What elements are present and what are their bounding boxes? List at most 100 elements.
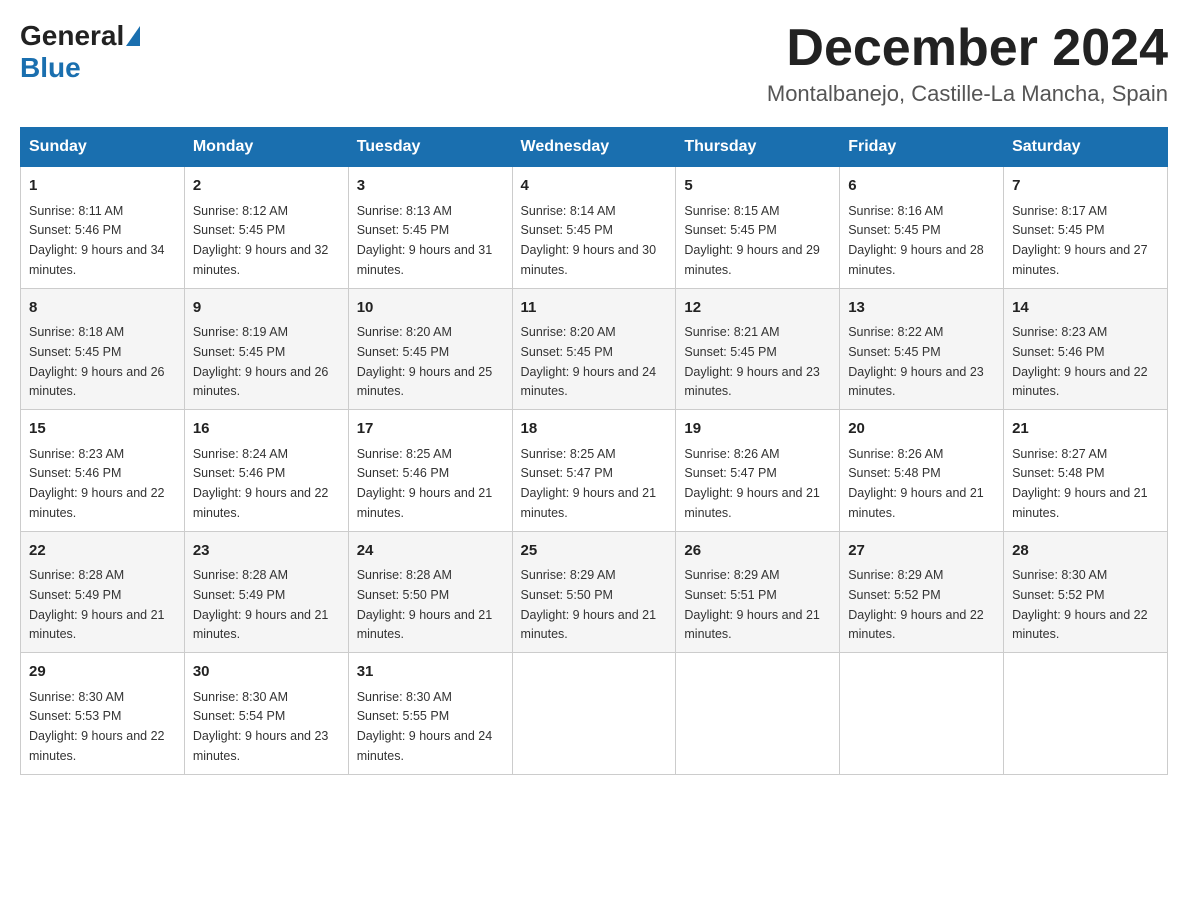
table-row: 8 Sunrise: 8:18 AMSunset: 5:45 PMDayligh… — [21, 288, 185, 410]
calendar-header-row: Sunday Monday Tuesday Wednesday Thursday… — [21, 128, 1168, 167]
col-wednesday: Wednesday — [512, 128, 676, 167]
table-row: 24 Sunrise: 8:28 AMSunset: 5:50 PMDaylig… — [348, 531, 512, 653]
day-info: Sunrise: 8:25 AMSunset: 5:47 PMDaylight:… — [521, 447, 657, 520]
table-row: 14 Sunrise: 8:23 AMSunset: 5:46 PMDaylig… — [1004, 288, 1168, 410]
logo-general: General — [20, 20, 124, 52]
day-number: 9 — [193, 297, 340, 320]
day-number: 5 — [684, 175, 831, 198]
table-row: 29 Sunrise: 8:30 AMSunset: 5:53 PMDaylig… — [21, 653, 185, 775]
title-section: December 2024 Montalbanejo, Castille-La … — [767, 20, 1168, 107]
day-number: 7 — [1012, 175, 1159, 198]
day-info: Sunrise: 8:26 AMSunset: 5:48 PMDaylight:… — [848, 447, 984, 520]
day-number: 25 — [521, 540, 668, 563]
day-info: Sunrise: 8:13 AMSunset: 5:45 PMDaylight:… — [357, 204, 493, 277]
day-number: 1 — [29, 175, 176, 198]
day-info: Sunrise: 8:20 AMSunset: 5:45 PMDaylight:… — [521, 325, 657, 398]
day-info: Sunrise: 8:20 AMSunset: 5:45 PMDaylight:… — [357, 325, 493, 398]
location-title: Montalbanejo, Castille-La Mancha, Spain — [767, 81, 1168, 107]
day-info: Sunrise: 8:30 AMSunset: 5:53 PMDaylight:… — [29, 690, 165, 763]
day-info: Sunrise: 8:27 AMSunset: 5:48 PMDaylight:… — [1012, 447, 1148, 520]
table-row: 30 Sunrise: 8:30 AMSunset: 5:54 PMDaylig… — [184, 653, 348, 775]
table-row: 6 Sunrise: 8:16 AMSunset: 5:45 PMDayligh… — [840, 167, 1004, 289]
table-row — [512, 653, 676, 775]
day-info: Sunrise: 8:29 AMSunset: 5:51 PMDaylight:… — [684, 568, 820, 641]
day-info: Sunrise: 8:24 AMSunset: 5:46 PMDaylight:… — [193, 447, 329, 520]
table-row: 11 Sunrise: 8:20 AMSunset: 5:45 PMDaylig… — [512, 288, 676, 410]
col-tuesday: Tuesday — [348, 128, 512, 167]
calendar-row: 1 Sunrise: 8:11 AMSunset: 5:46 PMDayligh… — [21, 167, 1168, 289]
table-row: 17 Sunrise: 8:25 AMSunset: 5:46 PMDaylig… — [348, 410, 512, 532]
day-number: 10 — [357, 297, 504, 320]
day-info: Sunrise: 8:25 AMSunset: 5:46 PMDaylight:… — [357, 447, 493, 520]
table-row: 20 Sunrise: 8:26 AMSunset: 5:48 PMDaylig… — [840, 410, 1004, 532]
day-number: 29 — [29, 661, 176, 684]
table-row: 31 Sunrise: 8:30 AMSunset: 5:55 PMDaylig… — [348, 653, 512, 775]
col-sunday: Sunday — [21, 128, 185, 167]
day-number: 15 — [29, 418, 176, 441]
day-number: 31 — [357, 661, 504, 684]
logo: General Blue — [20, 20, 142, 84]
day-number: 11 — [521, 297, 668, 320]
table-row: 15 Sunrise: 8:23 AMSunset: 5:46 PMDaylig… — [21, 410, 185, 532]
day-info: Sunrise: 8:11 AMSunset: 5:46 PMDaylight:… — [29, 204, 165, 277]
day-number: 27 — [848, 540, 995, 563]
day-info: Sunrise: 8:28 AMSunset: 5:49 PMDaylight:… — [29, 568, 165, 641]
table-row: 9 Sunrise: 8:19 AMSunset: 5:45 PMDayligh… — [184, 288, 348, 410]
table-row: 26 Sunrise: 8:29 AMSunset: 5:51 PMDaylig… — [676, 531, 840, 653]
day-number: 18 — [521, 418, 668, 441]
day-info: Sunrise: 8:21 AMSunset: 5:45 PMDaylight:… — [684, 325, 820, 398]
day-info: Sunrise: 8:30 AMSunset: 5:55 PMDaylight:… — [357, 690, 493, 763]
month-title: December 2024 — [767, 20, 1168, 77]
logo-text: General — [20, 20, 142, 52]
calendar-row: 29 Sunrise: 8:30 AMSunset: 5:53 PMDaylig… — [21, 653, 1168, 775]
col-saturday: Saturday — [1004, 128, 1168, 167]
day-number: 28 — [1012, 540, 1159, 563]
page-header: General Blue December 2024 Montalbanejo,… — [20, 20, 1168, 107]
calendar-table: Sunday Monday Tuesday Wednesday Thursday… — [20, 127, 1168, 775]
day-number: 14 — [1012, 297, 1159, 320]
table-row: 3 Sunrise: 8:13 AMSunset: 5:45 PMDayligh… — [348, 167, 512, 289]
day-number: 23 — [193, 540, 340, 563]
day-number: 13 — [848, 297, 995, 320]
col-thursday: Thursday — [676, 128, 840, 167]
day-info: Sunrise: 8:23 AMSunset: 5:46 PMDaylight:… — [1012, 325, 1148, 398]
table-row — [676, 653, 840, 775]
day-info: Sunrise: 8:15 AMSunset: 5:45 PMDaylight:… — [684, 204, 820, 277]
table-row — [840, 653, 1004, 775]
day-number: 30 — [193, 661, 340, 684]
day-info: Sunrise: 8:29 AMSunset: 5:52 PMDaylight:… — [848, 568, 984, 641]
day-number: 3 — [357, 175, 504, 198]
day-number: 12 — [684, 297, 831, 320]
table-row: 18 Sunrise: 8:25 AMSunset: 5:47 PMDaylig… — [512, 410, 676, 532]
table-row: 13 Sunrise: 8:22 AMSunset: 5:45 PMDaylig… — [840, 288, 1004, 410]
day-info: Sunrise: 8:18 AMSunset: 5:45 PMDaylight:… — [29, 325, 165, 398]
col-friday: Friday — [840, 128, 1004, 167]
table-row: 1 Sunrise: 8:11 AMSunset: 5:46 PMDayligh… — [21, 167, 185, 289]
logo-triangle-icon — [126, 26, 140, 46]
day-number: 24 — [357, 540, 504, 563]
day-number: 21 — [1012, 418, 1159, 441]
day-info: Sunrise: 8:16 AMSunset: 5:45 PMDaylight:… — [848, 204, 984, 277]
table-row: 21 Sunrise: 8:27 AMSunset: 5:48 PMDaylig… — [1004, 410, 1168, 532]
day-info: Sunrise: 8:22 AMSunset: 5:45 PMDaylight:… — [848, 325, 984, 398]
table-row: 4 Sunrise: 8:14 AMSunset: 5:45 PMDayligh… — [512, 167, 676, 289]
calendar-row: 15 Sunrise: 8:23 AMSunset: 5:46 PMDaylig… — [21, 410, 1168, 532]
table-row: 25 Sunrise: 8:29 AMSunset: 5:50 PMDaylig… — [512, 531, 676, 653]
col-monday: Monday — [184, 128, 348, 167]
table-row: 28 Sunrise: 8:30 AMSunset: 5:52 PMDaylig… — [1004, 531, 1168, 653]
day-info: Sunrise: 8:28 AMSunset: 5:50 PMDaylight:… — [357, 568, 493, 641]
table-row: 27 Sunrise: 8:29 AMSunset: 5:52 PMDaylig… — [840, 531, 1004, 653]
day-number: 17 — [357, 418, 504, 441]
table-row: 22 Sunrise: 8:28 AMSunset: 5:49 PMDaylig… — [21, 531, 185, 653]
table-row: 23 Sunrise: 8:28 AMSunset: 5:49 PMDaylig… — [184, 531, 348, 653]
table-row: 19 Sunrise: 8:26 AMSunset: 5:47 PMDaylig… — [676, 410, 840, 532]
table-row: 10 Sunrise: 8:20 AMSunset: 5:45 PMDaylig… — [348, 288, 512, 410]
day-info: Sunrise: 8:14 AMSunset: 5:45 PMDaylight:… — [521, 204, 657, 277]
calendar-row: 8 Sunrise: 8:18 AMSunset: 5:45 PMDayligh… — [21, 288, 1168, 410]
table-row: 16 Sunrise: 8:24 AMSunset: 5:46 PMDaylig… — [184, 410, 348, 532]
day-number: 19 — [684, 418, 831, 441]
calendar-row: 22 Sunrise: 8:28 AMSunset: 5:49 PMDaylig… — [21, 531, 1168, 653]
table-row: 5 Sunrise: 8:15 AMSunset: 5:45 PMDayligh… — [676, 167, 840, 289]
day-number: 16 — [193, 418, 340, 441]
day-info: Sunrise: 8:28 AMSunset: 5:49 PMDaylight:… — [193, 568, 329, 641]
